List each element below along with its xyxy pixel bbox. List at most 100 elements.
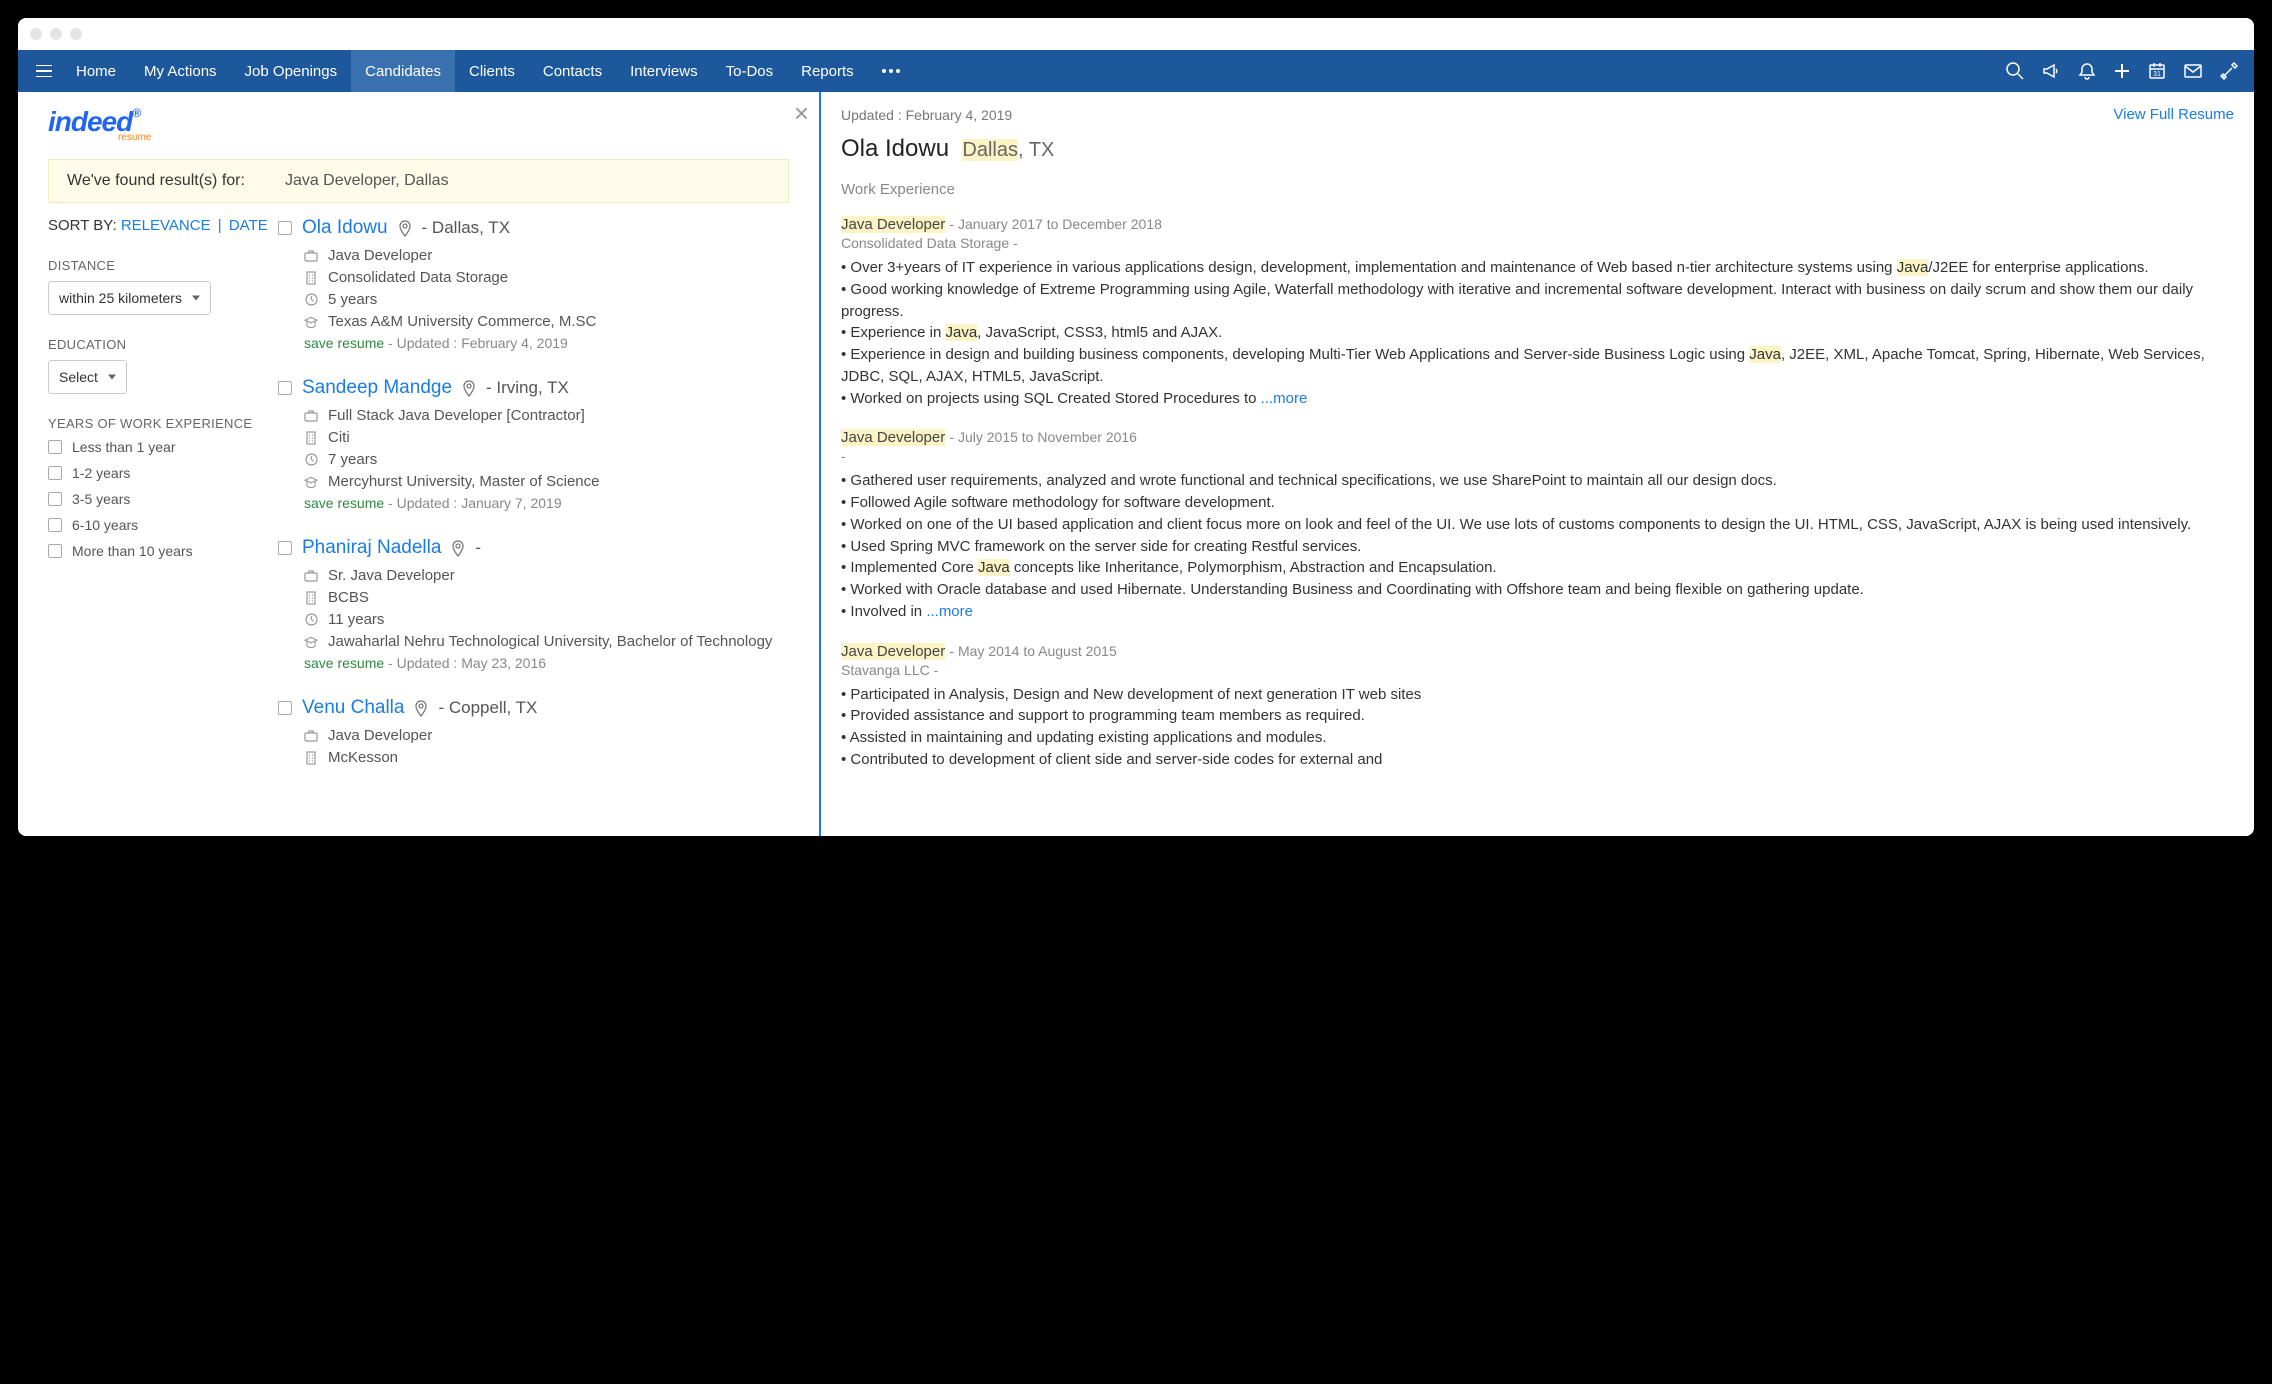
svg-text:31: 31 [2153, 71, 2161, 78]
building-icon [304, 271, 318, 285]
megaphone-icon[interactable] [2042, 62, 2060, 80]
save-resume-link[interactable]: save resume [304, 495, 384, 511]
candidate-name-link[interactable]: Sandeep Mandge [302, 377, 452, 399]
checkbox-icon[interactable] [48, 440, 62, 454]
job-block: Java Developer - January 2017 to Decembe… [841, 216, 2234, 409]
filters-sidebar: SORT BY: RELEVANCE | DATE DISTANCE withi… [18, 217, 278, 836]
sort-date[interactable]: DATE [229, 217, 268, 234]
resume-detail-panel: Updated : February 4, 2019 View Full Res… [821, 92, 2254, 836]
education-icon [304, 476, 318, 488]
close-icon[interactable]: × [794, 98, 809, 129]
save-resume-link[interactable]: save resume [304, 335, 384, 351]
bullet-text: • Provided assistance and support to pro… [841, 705, 2234, 727]
nav-job-openings[interactable]: Job Openings [231, 50, 352, 92]
candidate-card: Venu Challa- Coppell, TXJava DeveloperMc… [278, 697, 799, 766]
checkbox-icon[interactable] [48, 492, 62, 506]
bullet-text: • Worked with Oracle database and used H… [841, 579, 2234, 601]
checkbox-icon[interactable] [48, 466, 62, 480]
distance-select[interactable]: within 25 kilometers [48, 281, 211, 315]
tools-icon[interactable] [2220, 62, 2238, 80]
nav-candidates[interactable]: Candidates [351, 50, 455, 92]
nav-to-dos[interactable]: To-Dos [712, 50, 788, 92]
updated-text: - Updated : February 4, 2019 [388, 335, 568, 351]
years-label: YEARS OF WORK EXPERIENCE [48, 416, 278, 431]
sort-row: SORT BY: RELEVANCE | DATE [48, 217, 278, 234]
years-option[interactable]: More than 10 years [48, 543, 278, 559]
clock-icon [304, 293, 318, 306]
mail-icon[interactable] [2184, 64, 2202, 78]
checkbox-icon[interactable] [48, 544, 62, 558]
bullet-text: • Implemented Core Java concepts like In… [841, 557, 2234, 579]
traffic-light-maximize[interactable] [70, 28, 82, 40]
years-option[interactable]: 3-5 years [48, 491, 278, 507]
work-experience-heading: Work Experience [841, 181, 2234, 198]
bullet-text: • Experience in design and building busi… [841, 344, 2234, 388]
plus-icon[interactable] [2114, 63, 2130, 79]
bullet-text: • Followed Agile software methodology fo… [841, 492, 2234, 514]
clock-icon [304, 613, 318, 626]
job-dates: - January 2017 to December 2018 [949, 216, 1161, 232]
years-option[interactable]: Less than 1 year [48, 439, 278, 455]
updated-text: - Updated : January 7, 2019 [388, 495, 562, 511]
sort-relevance[interactable]: RELEVANCE [121, 217, 211, 234]
candidate-name-link[interactable]: Venu Challa [302, 697, 404, 719]
location-pin-icon [398, 220, 412, 237]
location-pin-icon [451, 540, 465, 557]
nav-clients[interactable]: Clients [455, 50, 529, 92]
job-block: Java Developer - May 2014 to August 2015… [841, 643, 2234, 771]
candidate-title: Ola Idowu Dallas, TX [841, 135, 2234, 163]
candidate-card: Ola Idowu- Dallas, TXJava DeveloperConso… [278, 217, 799, 351]
select-checkbox[interactable] [278, 701, 292, 715]
job-dates: - July 2015 to November 2016 [949, 429, 1137, 445]
results-label: We've found result(s) for: [67, 172, 245, 190]
bullet-text: • Participated in Analysis, Design and N… [841, 684, 2234, 706]
nav-more[interactable] [868, 50, 914, 92]
candidate-location: - Dallas, TX [422, 218, 511, 238]
candidate-location: - [475, 538, 481, 558]
bullet-text: • Assisted in maintaining and updating e… [841, 727, 2234, 749]
education-select[interactable]: Select [48, 360, 127, 394]
calendar-icon[interactable]: 31 [2148, 62, 2166, 80]
bullet-text: • Used Spring MVC framework on the serve… [841, 536, 2234, 558]
bell-icon[interactable] [2078, 62, 2096, 80]
indeed-logo: indeed® resume [18, 92, 819, 151]
nav-home[interactable]: Home [62, 50, 130, 92]
view-full-resume-link[interactable]: View Full Resume [2113, 106, 2234, 123]
candidate-name-link[interactable]: Phaniraj Nadella [302, 537, 441, 559]
more-link[interactable]: ...more [1261, 390, 1308, 407]
candidate-card: Sandeep Mandge- Irving, TXFull Stack Jav… [278, 377, 799, 511]
hamburger-icon[interactable] [26, 50, 62, 92]
results-list: Ola Idowu- Dallas, TXJava DeveloperConso… [278, 217, 819, 836]
location-pin-icon [462, 380, 476, 397]
checkbox-icon[interactable] [48, 518, 62, 532]
briefcase-icon [304, 570, 318, 582]
search-icon[interactable] [2006, 62, 2024, 80]
more-link[interactable]: ...more [926, 603, 973, 620]
save-resume-link[interactable]: save resume [304, 655, 384, 671]
nav-interviews[interactable]: Interviews [616, 50, 712, 92]
education-icon [304, 636, 318, 648]
bullet-text: • Good working knowledge of Extreme Prog… [841, 279, 2234, 323]
nav-my-actions[interactable]: My Actions [130, 50, 231, 92]
nav-reports[interactable]: Reports [787, 50, 868, 92]
traffic-light-close[interactable] [30, 28, 42, 40]
select-checkbox[interactable] [278, 221, 292, 235]
nav-contacts[interactable]: Contacts [529, 50, 616, 92]
select-checkbox[interactable] [278, 541, 292, 555]
building-icon [304, 751, 318, 765]
traffic-light-minimize[interactable] [50, 28, 62, 40]
years-option[interactable]: 1-2 years [48, 465, 278, 481]
select-checkbox[interactable] [278, 381, 292, 395]
updated-text: - Updated : May 23, 2016 [388, 655, 546, 671]
location-pin-icon [414, 700, 428, 717]
bullet-text: • Involved in ...more [841, 601, 2234, 623]
candidate-name-link[interactable]: Ola Idowu [302, 217, 388, 239]
distance-label: DISTANCE [48, 258, 278, 273]
education-label: EDUCATION [48, 337, 278, 352]
candidate-card: Phaniraj Nadella-Sr. Java DeveloperBCBS1… [278, 537, 799, 671]
bullet-text: • Experience in Java, JavaScript, CSS3, … [841, 322, 2234, 344]
job-title: Java Developer [841, 643, 945, 660]
years-option[interactable]: 6-10 years [48, 517, 278, 533]
clock-icon [304, 453, 318, 466]
bullet-text: • Gathered user requirements, analyzed a… [841, 470, 2234, 492]
